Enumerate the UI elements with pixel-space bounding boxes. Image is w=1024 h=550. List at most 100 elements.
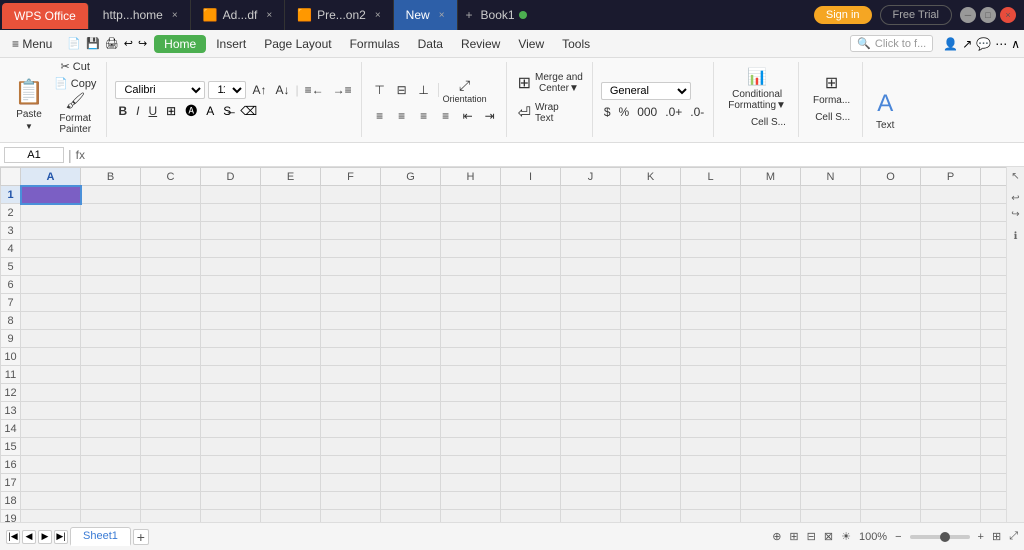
cell-I8[interactable]: [501, 312, 561, 330]
cell-F4[interactable]: [321, 240, 381, 258]
zoom-decrease[interactable]: −: [895, 531, 901, 543]
cell-A8[interactable]: [21, 312, 81, 330]
cell-L2[interactable]: [681, 204, 741, 222]
cell-G17[interactable]: [381, 474, 441, 492]
cell-O4[interactable]: [861, 240, 921, 258]
cell-O12[interactable]: [861, 384, 921, 402]
cell-C16[interactable]: [141, 456, 201, 474]
cell-A19[interactable]: [21, 510, 81, 523]
cell-H9[interactable]: [441, 330, 501, 348]
cell-M17[interactable]: [741, 474, 801, 492]
row-header-13[interactable]: 13: [1, 402, 21, 420]
cell-F13[interactable]: [321, 402, 381, 420]
cell-N2[interactable]: [801, 204, 861, 222]
cell-H15[interactable]: [441, 438, 501, 456]
cell-D11[interactable]: [201, 366, 261, 384]
cell-Q3[interactable]: [981, 222, 1007, 240]
indent-right-button[interactable]: ⇥: [480, 107, 500, 125]
row-header-12[interactable]: 12: [1, 384, 21, 402]
cell-F8[interactable]: [321, 312, 381, 330]
cell-O14[interactable]: [861, 420, 921, 438]
sidebar-undo-icon[interactable]: ↩: [1009, 191, 1023, 205]
cell-K9[interactable]: [621, 330, 681, 348]
align-left-button[interactable]: ≡: [370, 107, 390, 125]
status-icon-3[interactable]: ⊟: [807, 530, 816, 543]
cell-L9[interactable]: [681, 330, 741, 348]
cell-F14[interactable]: [321, 420, 381, 438]
cell-E2[interactable]: [261, 204, 321, 222]
cell-J17[interactable]: [561, 474, 621, 492]
cell-I18[interactable]: [501, 492, 561, 510]
cell-A17[interactable]: [21, 474, 81, 492]
tab-addf-close[interactable]: ×: [266, 10, 272, 21]
cell-Q19[interactable]: [981, 510, 1007, 523]
cell-P5[interactable]: [921, 258, 981, 276]
cell-O3[interactable]: [861, 222, 921, 240]
cell-K3[interactable]: [621, 222, 681, 240]
cell-G9[interactable]: [381, 330, 441, 348]
cell-D8[interactable]: [201, 312, 261, 330]
cell-K8[interactable]: [621, 312, 681, 330]
font-size-select[interactable]: 11: [208, 81, 246, 99]
cell-B16[interactable]: [81, 456, 141, 474]
cell-A12[interactable]: [21, 384, 81, 402]
free-trial-button[interactable]: Free Trial: [880, 5, 952, 25]
col-header-p[interactable]: P: [921, 168, 981, 186]
cell-F11[interactable]: [321, 366, 381, 384]
cell-D14[interactable]: [201, 420, 261, 438]
cell-F3[interactable]: [321, 222, 381, 240]
cell-K4[interactable]: [621, 240, 681, 258]
cell-L3[interactable]: [681, 222, 741, 240]
cell-E7[interactable]: [261, 294, 321, 312]
col-header-q[interactable]: Q: [981, 168, 1007, 186]
cell-D5[interactable]: [201, 258, 261, 276]
cell-J18[interactable]: [561, 492, 621, 510]
cell-D4[interactable]: [201, 240, 261, 258]
cell-A13[interactable]: [21, 402, 81, 420]
save-icon[interactable]: 💾: [84, 35, 102, 52]
cell-P11[interactable]: [921, 366, 981, 384]
col-header-n[interactable]: N: [801, 168, 861, 186]
row-header-9[interactable]: 9: [1, 330, 21, 348]
fx-icon[interactable]: fx: [76, 148, 85, 162]
cell-C5[interactable]: [141, 258, 201, 276]
cell-L14[interactable]: [681, 420, 741, 438]
cell-K1[interactable]: [621, 186, 681, 204]
cell-B8[interactable]: [81, 312, 141, 330]
cell-P3[interactable]: [921, 222, 981, 240]
cell-F10[interactable]: [321, 348, 381, 366]
conditional-formatting-button[interactable]: 📊 ConditionalFormatting▼: [722, 65, 792, 113]
cell-G4[interactable]: [381, 240, 441, 258]
cell-M3[interactable]: [741, 222, 801, 240]
cell-D17[interactable]: [201, 474, 261, 492]
cell-D7[interactable]: [201, 294, 261, 312]
cell-F19[interactable]: [321, 510, 381, 523]
cell-F7[interactable]: [321, 294, 381, 312]
row-header-8[interactable]: 8: [1, 312, 21, 330]
cell-F15[interactable]: [321, 438, 381, 456]
cell-I7[interactable]: [501, 294, 561, 312]
cell-J15[interactable]: [561, 438, 621, 456]
cell-N11[interactable]: [801, 366, 861, 384]
spreadsheet-grid[interactable]: A B C D E F G H I J K L M N O: [0, 167, 1006, 522]
cell-J14[interactable]: [561, 420, 621, 438]
cell-D19[interactable]: [201, 510, 261, 523]
cell-I19[interactable]: [501, 510, 561, 523]
cell-Q9[interactable]: [981, 330, 1007, 348]
cell-I1[interactable]: [501, 186, 561, 204]
row-header-1[interactable]: 1: [1, 186, 21, 204]
cell-C7[interactable]: [141, 294, 201, 312]
fit-icon[interactable]: ⊞: [992, 530, 1001, 543]
cell-H7[interactable]: [441, 294, 501, 312]
cell-B9[interactable]: [81, 330, 141, 348]
tab-wps[interactable]: WPS Office: [2, 3, 89, 29]
align-center-button[interactable]: ≡: [392, 107, 412, 125]
cell-P1[interactable]: [921, 186, 981, 204]
cell-L15[interactable]: [681, 438, 741, 456]
underline-button[interactable]: U: [145, 103, 160, 119]
cell-O8[interactable]: [861, 312, 921, 330]
cell-D10[interactable]: [201, 348, 261, 366]
col-header-o[interactable]: O: [861, 168, 921, 186]
cell-Q5[interactable]: [981, 258, 1007, 276]
col-header-a[interactable]: A: [21, 168, 81, 186]
